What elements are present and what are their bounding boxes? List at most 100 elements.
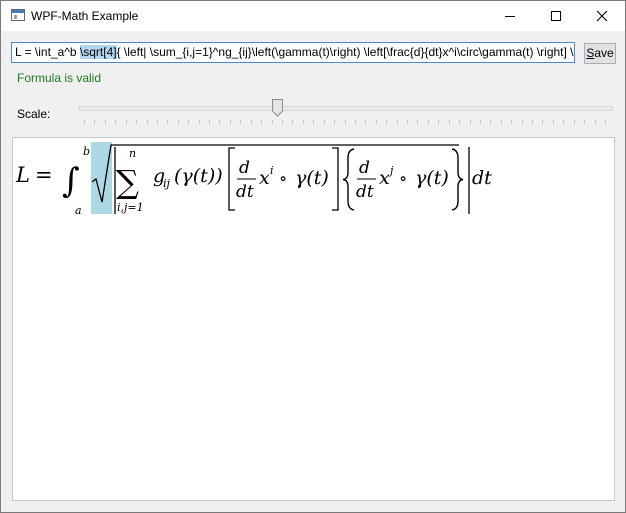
slider-tick: [417, 120, 418, 124]
slider-tick: [115, 120, 116, 124]
sum-sign: ∑: [116, 163, 139, 201]
slider-tick: [605, 120, 606, 124]
slider-tick: [470, 120, 471, 124]
slider-tick: [376, 120, 377, 124]
slider-tick: [345, 120, 346, 124]
formula-input[interactable]: L = \int_a^b \sqrt[4]{ \left| \sum_{i,j=…: [11, 42, 575, 63]
slider-tick: [188, 120, 189, 124]
slider-tick: [511, 120, 512, 124]
compose-2: ∘: [399, 169, 407, 189]
slider-thumb[interactable]: [272, 99, 283, 117]
brace-left: [342, 148, 355, 211]
frac2-numerator: d: [359, 158, 370, 178]
rendered-formula: L = ∫ b a ∑ n i,j=1 g ij (γ(t)) d dt x i…: [15, 142, 492, 217]
x-j: x: [379, 167, 390, 189]
slider-tick: [147, 120, 148, 124]
differential-dt: dt: [472, 167, 492, 189]
frac1-numerator: d: [239, 158, 250, 178]
formula-text-after: { \left| \sum_{i,j=1}^ng_{ij}\left(\gamm…: [116, 45, 574, 59]
slider-tick: [282, 120, 283, 124]
formula-text-selection: \sqrt[4]: [79, 45, 117, 59]
bracket-left: [228, 147, 235, 211]
save-label: ave: [594, 46, 614, 60]
gamma-term-3: γ(t): [415, 167, 449, 189]
slider-tick: [542, 120, 543, 124]
frac1-denominator: dt: [236, 182, 254, 202]
slider-tick: [490, 120, 491, 124]
maximize-icon: [551, 11, 561, 21]
window-title: WPF-Math Example: [31, 9, 139, 23]
integral-lower-limit: a: [75, 204, 82, 217]
slider-tick: [501, 120, 502, 124]
slider-tick: [553, 120, 554, 124]
slider-tick: [365, 120, 366, 124]
maximize-button[interactable]: [533, 1, 579, 31]
brace-right: [451, 148, 464, 211]
x-i: x: [259, 167, 270, 189]
slider-tick: [522, 120, 523, 124]
title-bar[interactable]: WPF-Math Example: [1, 1, 625, 31]
slider-tick: [595, 120, 596, 124]
slider-tick: [584, 120, 585, 124]
bracket-right: [332, 147, 339, 211]
slider-tick: [407, 120, 408, 124]
slider-tick: [324, 120, 325, 124]
slider-tick: [105, 120, 106, 124]
slider-tick: [292, 120, 293, 124]
x-i-superscript: i: [270, 164, 274, 177]
slider-tick: [94, 120, 95, 124]
compose-1: ∘: [279, 169, 287, 189]
g-subscript: ij: [163, 177, 171, 190]
slider-tick: [428, 120, 429, 124]
slider-tick: [272, 120, 273, 124]
close-icon: [596, 10, 608, 22]
slider-tick: [167, 120, 168, 124]
slider-tick: [261, 120, 262, 124]
slider-tick: [303, 120, 304, 124]
slider-tick: [355, 120, 356, 124]
slider-tick: [209, 120, 210, 124]
slider-tick: [84, 120, 85, 124]
formula-equals: =: [35, 163, 53, 187]
slider-tick: [313, 120, 314, 124]
slider-tick: [240, 120, 241, 124]
minimize-icon: [505, 16, 515, 17]
app-window: WPF-Math Example L = \int_a^b \sqrt[4]{ …: [0, 0, 626, 513]
slider-tick: [219, 120, 220, 124]
formula-render-area: L = ∫ b a ∑ n i,j=1 g ij (γ(t)) d dt x i…: [12, 137, 615, 501]
scale-slider[interactable]: [79, 99, 613, 125]
slider-tick: [449, 120, 450, 124]
integral-upper-limit: b: [83, 145, 90, 158]
formula-lhs: L: [15, 163, 30, 187]
minimize-button[interactable]: [487, 1, 533, 31]
validation-status: Formula is valid: [17, 71, 102, 85]
slider-tick: [157, 120, 158, 124]
slider-tick: [178, 120, 179, 124]
selection-highlight: [91, 142, 112, 214]
save-button[interactable]: Save: [584, 43, 616, 64]
slider-tick: [459, 120, 460, 124]
slider-tick: [334, 120, 335, 124]
slider-tick: [532, 120, 533, 124]
app-icon: [11, 9, 25, 21]
slider-tick: [438, 120, 439, 124]
gamma-term-1: (γ(t)): [174, 165, 223, 187]
formula-text-before: L = \int_a^b: [15, 45, 80, 59]
gamma-term-2: γ(t): [295, 167, 329, 189]
sum-upper-limit: n: [129, 147, 136, 160]
slider-tick: [199, 120, 200, 124]
slider-tick: [386, 120, 387, 124]
integral-sign: ∫: [62, 161, 80, 201]
sum-lower-limit: i,j=1: [117, 201, 144, 214]
slider-tick: [397, 120, 398, 124]
slider-tick: [480, 120, 481, 124]
slider-ticks: [79, 120, 613, 124]
close-button[interactable]: [579, 1, 625, 31]
slider-track[interactable]: [79, 106, 613, 111]
frac2-denominator: dt: [356, 182, 374, 202]
slider-tick: [126, 120, 127, 124]
slider-tick: [563, 120, 564, 124]
slider-tick: [230, 120, 231, 124]
scale-label: Scale:: [17, 107, 51, 121]
slider-tick: [574, 120, 575, 124]
